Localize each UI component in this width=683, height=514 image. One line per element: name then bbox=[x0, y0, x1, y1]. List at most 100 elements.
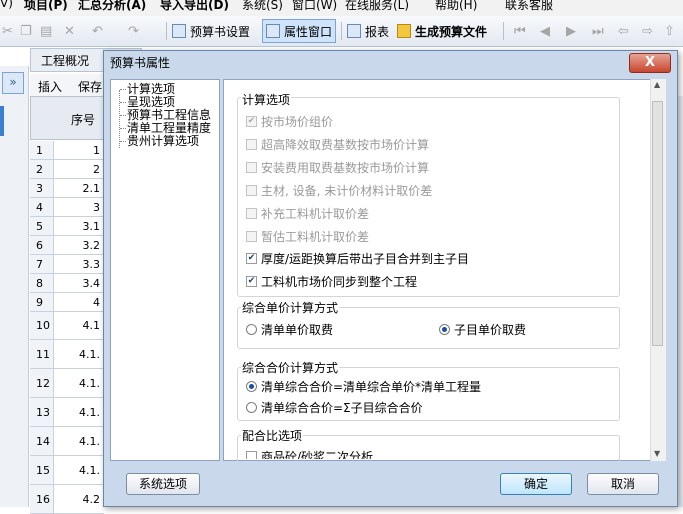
row-seq-value[interactable]: 3 bbox=[54, 198, 104, 217]
options-tree: 计算选项 呈现选项 预算书工程信息 清单工程量精度 贵州计算选项 bbox=[110, 79, 220, 461]
close-button[interactable]: X bbox=[629, 53, 671, 73]
row-seq-value[interactable]: 2.1 bbox=[54, 179, 104, 198]
row-number[interactable]: 3 bbox=[30, 179, 54, 198]
menu-item-help[interactable]: 帮助(H) bbox=[435, 0, 477, 13]
toolbar-separator bbox=[503, 22, 504, 40]
menu-item-window[interactable]: 窗口(W) bbox=[292, 0, 337, 13]
checkbox-box: ✔ bbox=[246, 253, 257, 264]
row-number[interactable]: 2 bbox=[30, 160, 54, 179]
row-seq-value[interactable]: 4.1 bbox=[54, 312, 104, 340]
system-options-button[interactable]: 系统选项 bbox=[126, 473, 200, 495]
row-number[interactable]: 15 bbox=[30, 456, 54, 485]
left-sidebar: » bbox=[0, 66, 29, 507]
row-seq-value[interactable]: 3.1 bbox=[54, 217, 104, 236]
row-seq-value[interactable]: 4 bbox=[54, 293, 104, 312]
delete-icon[interactable]: ✕ bbox=[64, 24, 75, 39]
calc-option-checkbox: 安装费用取费基数按市场价计算 bbox=[246, 159, 429, 176]
row-number[interactable]: 13 bbox=[30, 398, 54, 427]
ok-button[interactable]: 确定 bbox=[500, 473, 572, 495]
calc-option-checkbox[interactable]: ✔ 工料机市场价同步到整个工程 bbox=[246, 273, 417, 290]
menu-item-v[interactable]: V) bbox=[0, 0, 13, 10]
scrollbar-thumb[interactable] bbox=[652, 101, 663, 346]
row-seq-value[interactable]: 3.2 bbox=[54, 236, 104, 255]
row-seq-value[interactable]: 2 bbox=[54, 160, 104, 179]
column-header-seq: 序号 bbox=[71, 113, 96, 127]
last-icon[interactable]: ⏭ bbox=[592, 24, 604, 39]
calc-option-checkbox[interactable]: ✔ 厚度/运距换算后带出子目合并到主子目 bbox=[246, 250, 469, 267]
row-seq-value[interactable]: 4.1. bbox=[54, 398, 104, 427]
row-seq-value[interactable]: 1 bbox=[54, 141, 104, 160]
row-number[interactable]: 16 bbox=[30, 485, 54, 514]
tree-connector bbox=[120, 115, 126, 116]
row-seq-value[interactable]: 4.1. bbox=[54, 456, 104, 485]
row-seq-value[interactable]: 4.1. bbox=[54, 340, 104, 369]
collapse-icon[interactable]: » bbox=[2, 72, 24, 94]
arrow-left-icon[interactable]: ⇦ bbox=[618, 24, 629, 39]
row-number[interactable]: 5 bbox=[30, 217, 54, 236]
arrow-up-icon[interactable]: ⇧ bbox=[664, 24, 675, 39]
scroll-down-icon[interactable]: ▼ bbox=[654, 449, 660, 458]
row-number[interactable]: 7 bbox=[30, 255, 54, 274]
insert-button[interactable]: 插入 bbox=[38, 78, 62, 95]
row-number[interactable]: 11 bbox=[30, 340, 54, 369]
mix-option-checkbox[interactable]: 商品砼/砂浆二次分析 bbox=[246, 448, 373, 459]
tree-connector bbox=[120, 128, 126, 129]
row-seq-value[interactable]: 3.4 bbox=[54, 274, 104, 293]
report-icon bbox=[347, 24, 361, 38]
row-seq-value[interactable]: 3.3 bbox=[54, 255, 104, 274]
menu-item-summary[interactable]: 汇总分析(A) bbox=[78, 0, 146, 13]
row-number[interactable]: 4 bbox=[30, 198, 54, 217]
row-number[interactable]: 9 bbox=[30, 293, 54, 312]
radio-indicator bbox=[439, 324, 450, 335]
first-icon[interactable]: ⏮ bbox=[514, 24, 526, 39]
row-number[interactable]: 8 bbox=[30, 274, 54, 293]
row-number[interactable]: 14 bbox=[30, 427, 54, 456]
menu-item-system[interactable]: 系统(S) bbox=[242, 0, 283, 13]
unit-price-option-item[interactable]: 子目单价取费 bbox=[439, 321, 526, 338]
sidebar-indicator bbox=[0, 106, 4, 136]
checkbox-label: 主材, 设备, 未计价材料计取价差 bbox=[261, 184, 433, 198]
calc-option-checkbox: 主材, 设备, 未计价材料计取价差 bbox=[246, 182, 432, 199]
budget-settings-button[interactable]: 预算书设置 bbox=[172, 20, 250, 42]
prev-icon[interactable]: ◀ bbox=[540, 24, 550, 39]
menu-item-contact[interactable]: 联系客服 bbox=[505, 0, 553, 13]
arrow-right-icon[interactable]: ⇨ bbox=[642, 24, 653, 39]
row-seq-value[interactable]: 4.2 bbox=[54, 485, 104, 514]
row-seq-value[interactable]: 4.1. bbox=[54, 369, 104, 398]
paste-icon[interactable]: ▤ bbox=[40, 24, 52, 39]
right-edge-grid bbox=[678, 96, 683, 507]
unit-price-group-title: 综合单价计算方式 bbox=[241, 299, 340, 316]
tree-item-guizhou-options[interactable]: 贵州计算选项 bbox=[127, 135, 199, 148]
menu-item-import-export[interactable]: 导入导出(D) bbox=[160, 0, 229, 13]
menu-item-project[interactable]: 项目(P) bbox=[24, 0, 68, 13]
unit-price-option-list[interactable]: 清单单价取费 bbox=[246, 321, 333, 338]
row-number[interactable]: 10 bbox=[30, 312, 54, 340]
row-number[interactable]: 12 bbox=[30, 369, 54, 398]
calc-option-checkbox: 超高降效取费基数按市场价计算 bbox=[246, 136, 429, 153]
total-price-option-sum[interactable]: 清单综合合价=Σ子目综合合价 bbox=[246, 399, 423, 416]
report-button[interactable]: 报表 bbox=[347, 20, 389, 42]
total-price-option-list[interactable]: 清单综合合价=清单综合单价*清单工程量 bbox=[246, 378, 481, 395]
next-icon[interactable]: ▶ bbox=[566, 24, 576, 39]
property-window-label: 属性窗口 bbox=[284, 24, 333, 39]
redo-icon[interactable]: ↷ bbox=[128, 24, 139, 39]
property-window-button[interactable]: 属性窗口 bbox=[262, 19, 337, 43]
row-number[interactable]: 1 bbox=[30, 141, 54, 160]
copy-icon[interactable]: ❐ bbox=[20, 24, 32, 39]
checkbox-label: 工料机市场价同步到整个工程 bbox=[261, 275, 418, 289]
row-number[interactable]: 6 bbox=[30, 236, 54, 255]
cut-icon[interactable]: ✂ bbox=[2, 24, 13, 39]
undo-icon[interactable]: ↶ bbox=[92, 24, 103, 39]
row-seq-value[interactable]: 4.1. bbox=[54, 427, 104, 456]
cancel-button[interactable]: 取消 bbox=[587, 473, 659, 495]
checkbox-box bbox=[246, 231, 257, 242]
checkbox-box bbox=[246, 139, 257, 150]
generate-budget-button[interactable]: 生成预算文件 bbox=[397, 20, 487, 42]
save-button[interactable]: 保存 bbox=[78, 78, 102, 95]
tab-project-overview[interactable]: 工程概况 bbox=[41, 52, 89, 69]
menu-item-online[interactable]: 在线服务(L) bbox=[345, 0, 409, 13]
radio-label: 子目单价取费 bbox=[454, 323, 527, 337]
radio-indicator bbox=[246, 402, 257, 413]
checkbox-label: 补充工料机计取价差 bbox=[261, 207, 370, 221]
scroll-up-icon[interactable]: ▲ bbox=[654, 80, 660, 89]
